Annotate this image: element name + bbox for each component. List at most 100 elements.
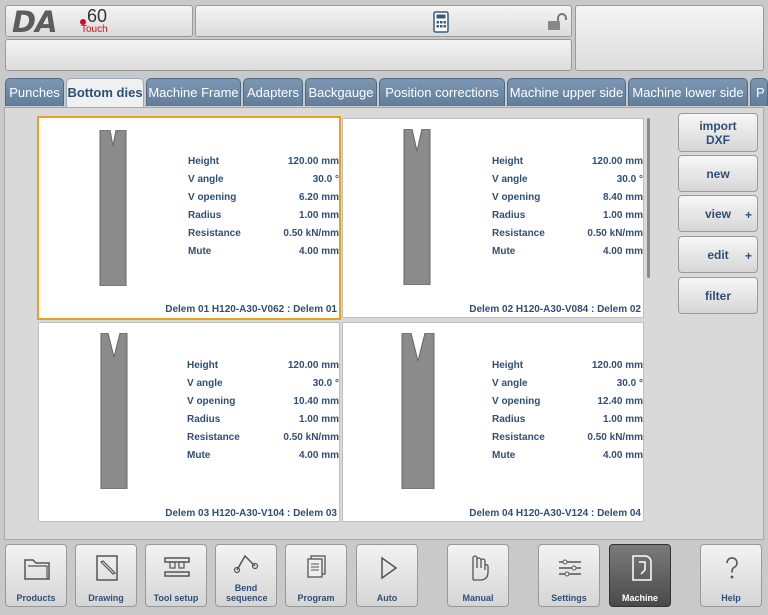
- bend-sequence-icon: [233, 554, 259, 574]
- prop-label-height: Height: [492, 156, 524, 167]
- prop-label-radius: Radius: [187, 414, 221, 425]
- view-plus-icon: +: [744, 208, 752, 222]
- prop-label-v-angle: V angle: [492, 378, 528, 389]
- prop-label-mute: Mute: [188, 246, 212, 257]
- nav-settings-label: Settings: [551, 593, 587, 603]
- view-button[interactable]: view +: [678, 195, 758, 232]
- edit-button[interactable]: edit +: [678, 236, 758, 273]
- die-card-1[interactable]: Height V angle V opening Radius Resistan…: [37, 116, 341, 320]
- nav-program-button[interactable]: Program: [285, 544, 347, 607]
- prop-label-radius: Radius: [188, 210, 222, 221]
- nav-auto-button[interactable]: Auto: [356, 544, 418, 607]
- prop-value-resistance: 0.50 kN/mm: [283, 432, 339, 443]
- tab-machine-frame[interactable]: Machine Frame: [146, 78, 241, 106]
- prop-label-v-opening: V opening: [188, 192, 237, 203]
- tab-bottom-dies[interactable]: Bottom dies: [66, 78, 144, 108]
- prop-label-mute: Mute: [187, 450, 211, 461]
- prop-label-radius: Radius: [492, 210, 526, 221]
- status-bar: [195, 5, 572, 37]
- nav-products-button[interactable]: Products: [5, 544, 67, 607]
- prop-label-v-opening: V opening: [492, 396, 541, 407]
- nav-tool-setup-button[interactable]: Tool setup: [145, 544, 207, 607]
- program-pages-icon: [307, 555, 326, 578]
- prop-value-mute: 4.00 mm: [298, 246, 339, 257]
- import-dxf-label-line2: DXF: [706, 133, 730, 147]
- tab-punches[interactable]: Punches: [5, 78, 64, 106]
- die-card-2[interactable]: Height V angle V opening Radius Resistan…: [342, 118, 644, 318]
- prop-label-resistance: Resistance: [492, 228, 545, 239]
- prop-value-mute: 4.00 mm: [602, 450, 643, 461]
- prop-value-height: 120.00 mm: [591, 360, 643, 371]
- nav-auto-label: Auto: [376, 593, 398, 603]
- prop-value-resistance: 0.50 kN/mm: [283, 228, 339, 239]
- settings-list-icon: [559, 559, 581, 577]
- prop-value-radius: 1.00 mm: [298, 210, 339, 221]
- new-button[interactable]: new: [678, 155, 758, 192]
- tab-overflow[interactable]: P: [750, 78, 768, 106]
- die-card-4[interactable]: Height V angle V opening Radius Resistan…: [342, 322, 644, 522]
- nav-machine-label: Machine: [621, 593, 658, 603]
- logo-model-number: 60: [87, 6, 108, 26]
- nav-settings-button[interactable]: Settings: [538, 544, 600, 607]
- tool-setup-icon: [164, 557, 190, 577]
- logo-da-text: DA: [12, 5, 58, 39]
- prop-label-mute: Mute: [492, 246, 516, 257]
- prop-value-v-opening: 12.40 mm: [597, 396, 643, 407]
- logo-touch-text: Touch: [81, 24, 108, 35]
- tab-adapters[interactable]: Adapters: [243, 78, 303, 106]
- unlocked-padlock-icon[interactable]: [547, 13, 567, 31]
- nav-help-button[interactable]: Help: [700, 544, 762, 607]
- nav-bend-sequence-button[interactable]: Bend sequence: [215, 544, 277, 607]
- die-caption: Delem 04 H120-A30-V124 : Delem 04: [469, 508, 641, 519]
- prop-label-radius: Radius: [492, 414, 526, 425]
- edit-button-label: edit: [707, 248, 729, 262]
- prop-value-resistance: 0.50 kN/mm: [587, 228, 643, 239]
- question-icon: [726, 557, 738, 579]
- import-dxf-button[interactable]: import DXF: [678, 113, 758, 152]
- prop-value-radius: 1.00 mm: [602, 414, 643, 425]
- prop-label-height: Height: [492, 360, 524, 371]
- prop-value-v-opening: 8.40 mm: [602, 192, 643, 203]
- tab-machine-lower-side[interactable]: Machine lower side: [628, 78, 748, 106]
- bottom-die-profile-icon: [403, 129, 431, 285]
- tab-position-corrections[interactable]: Position corrections: [379, 78, 505, 106]
- machine-icon: [632, 555, 652, 581]
- right-info-panel: [575, 5, 764, 71]
- nav-drawing-label: Drawing: [88, 593, 124, 603]
- filter-button[interactable]: filter: [678, 277, 758, 314]
- calculator-icon[interactable]: [433, 11, 449, 33]
- nav-drawing-button[interactable]: Drawing: [75, 544, 137, 607]
- prop-label-v-angle: V angle: [187, 378, 223, 389]
- play-icon: [381, 556, 398, 580]
- tab-backgauge[interactable]: Backgauge: [305, 78, 377, 106]
- import-dxf-label-line1: import: [699, 119, 737, 133]
- prop-value-v-angle: 30.0 °: [616, 174, 643, 185]
- nav-tool-setup-label: Tool setup: [153, 593, 199, 603]
- hand-icon: [472, 555, 489, 581]
- prop-value-radius: 1.00 mm: [298, 414, 339, 425]
- list-scrollbar[interactable]: [647, 118, 650, 278]
- prop-value-v-opening: 6.20 mm: [298, 192, 339, 203]
- die-caption: Delem 03 H120-A30-V104 : Delem 03: [165, 508, 337, 519]
- die-caption: Delem 02 H120-A30-V084 : Delem 02: [469, 304, 641, 315]
- tab-machine-upper-side[interactable]: Machine upper side: [507, 78, 626, 106]
- nav-program-label: Program: [297, 593, 335, 603]
- view-button-label: view: [704, 207, 731, 221]
- nav-manual-label: Manual: [462, 593, 494, 603]
- prop-value-radius: 1.00 mm: [602, 210, 643, 221]
- edit-plus-icon: +: [744, 249, 752, 263]
- prop-value-mute: 4.00 mm: [298, 450, 339, 461]
- prop-label-v-angle: V angle: [188, 174, 224, 185]
- nav-manual-button[interactable]: Manual: [447, 544, 509, 607]
- prop-label-resistance: Resistance: [492, 432, 545, 443]
- prop-value-mute: 4.00 mm: [602, 246, 643, 257]
- prop-label-v-angle: V angle: [492, 174, 528, 185]
- die-card-3[interactable]: Height V angle V opening Radius Resistan…: [38, 322, 340, 522]
- logo-area: DA 60 Touch: [5, 5, 193, 37]
- prop-value-v-opening: 10.40 mm: [293, 396, 339, 407]
- prop-label-mute: Mute: [492, 450, 516, 461]
- nav-machine-button[interactable]: Machine: [609, 544, 671, 607]
- prop-value-v-angle: 30.0 °: [312, 174, 339, 185]
- message-bar: [5, 39, 572, 71]
- prop-label-resistance: Resistance: [187, 432, 240, 443]
